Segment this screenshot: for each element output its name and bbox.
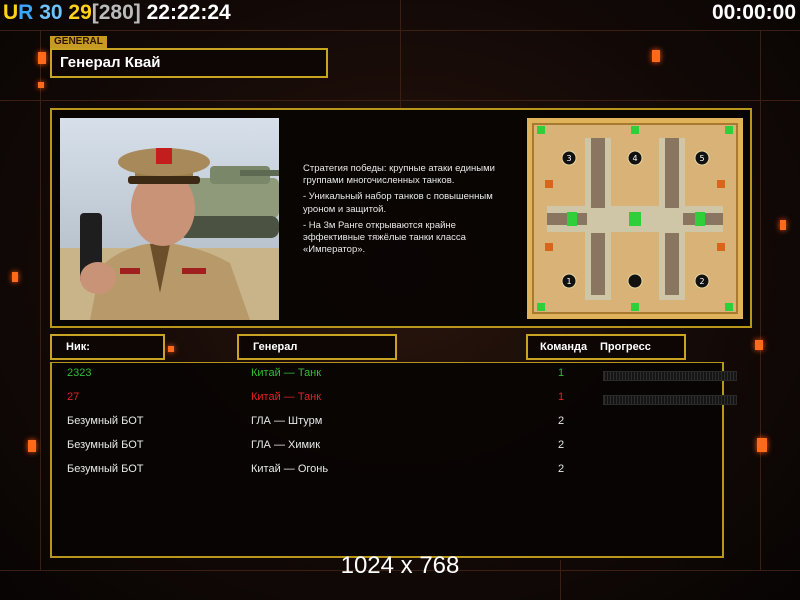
- player-nick: Безумный БОТ: [67, 415, 144, 427]
- hud-clock: 22:22:24: [146, 1, 231, 24]
- map-spot-2[interactable]: 2: [699, 277, 704, 286]
- hud-fps-a: 30: [39, 1, 63, 24]
- column-nick: Ник:: [50, 334, 165, 360]
- deco-light: [38, 82, 44, 88]
- deco-line: [40, 30, 41, 570]
- deco-light: [755, 340, 763, 350]
- hud-ur-u: U: [3, 1, 19, 24]
- player-progress-bar: [603, 395, 737, 405]
- hud-fps-b: 29: [68, 1, 92, 24]
- deco-light: [168, 346, 174, 352]
- general-tag: GENERAL: [50, 36, 107, 48]
- description-point-2: - На 3м Ранге открываются крайне эффекти…: [303, 219, 466, 256]
- column-general: Генерал: [237, 334, 397, 360]
- deco-light: [38, 52, 46, 64]
- deco-light: [12, 272, 18, 282]
- map-preview[interactable]: 3 4 5 1 2: [527, 118, 743, 319]
- map-spot-4[interactable]: 4: [632, 154, 637, 163]
- player-nick: 2323: [67, 367, 92, 379]
- hud-timer: 00:00:00: [711, 1, 796, 24]
- player-nick: Безумный БОТ: [67, 463, 144, 475]
- map-spot-1[interactable]: 1: [566, 277, 571, 286]
- player-general[interactable]: ГЛА — Химик: [251, 439, 320, 451]
- player-general[interactable]: Китай — Танк: [251, 391, 321, 403]
- general-portrait-image: [60, 118, 279, 320]
- general-name: Генерал Квай: [50, 48, 328, 78]
- player-team[interactable]: 1: [558, 367, 564, 379]
- player-row[interactable]: Безумный БОТ ГЛА — Химик 2: [50, 439, 724, 463]
- player-team[interactable]: 1: [558, 391, 564, 403]
- player-general[interactable]: ГЛА — Штурм: [251, 415, 322, 427]
- resolution-label: 1024 x 768: [340, 552, 460, 579]
- hud-fps-c: [280]: [91, 1, 141, 24]
- deco-line: [400, 0, 401, 110]
- player-row[interactable]: 27 Китай — Танк 1: [50, 391, 737, 415]
- player-row[interactable]: Безумный БОТ Китай — Огонь 2: [50, 463, 724, 487]
- player-team[interactable]: 2: [558, 439, 564, 451]
- deco-light: [757, 438, 767, 452]
- player-row[interactable]: 2323 Китай — Танк 1: [50, 367, 737, 391]
- deco-light: [780, 220, 786, 230]
- player-general[interactable]: Китай — Огонь: [251, 463, 328, 475]
- player-team[interactable]: 2: [558, 463, 564, 475]
- deco-light: [652, 50, 660, 62]
- player-nick: 27: [67, 391, 80, 403]
- map-spot-5[interactable]: 5: [699, 154, 704, 163]
- deco-light: [28, 440, 36, 452]
- player-progress-bar: [603, 371, 737, 381]
- map-spot-3[interactable]: 3: [566, 154, 571, 163]
- player-row[interactable]: Безумный БОТ ГЛА — Штурм 2: [50, 415, 724, 439]
- general-description: Стратегия победы: крупные атаки едиными …: [303, 163, 518, 260]
- description-point-1: - Уникальный набор танков с повышенным у…: [303, 191, 493, 215]
- general-portrait: [60, 118, 279, 320]
- players-list: 2323 Китай — Танк 1 27 Китай — Танк 1 Бе…: [50, 362, 737, 558]
- map-preview-image: 3 4 5 1 2: [527, 118, 743, 319]
- player-nick: Безумный БОТ: [67, 439, 144, 451]
- column-team: Команда: [540, 341, 588, 353]
- deco-line: [760, 30, 761, 570]
- hud-ur-r: R: [18, 1, 34, 24]
- player-general[interactable]: Китай — Танк: [251, 367, 321, 379]
- player-team[interactable]: 2: [558, 415, 564, 427]
- description-strategy: Стратегия победы: крупные атаки едиными …: [303, 163, 495, 187]
- hud-stats: UR 30 29[280] 22:22:24: [3, 1, 231, 25]
